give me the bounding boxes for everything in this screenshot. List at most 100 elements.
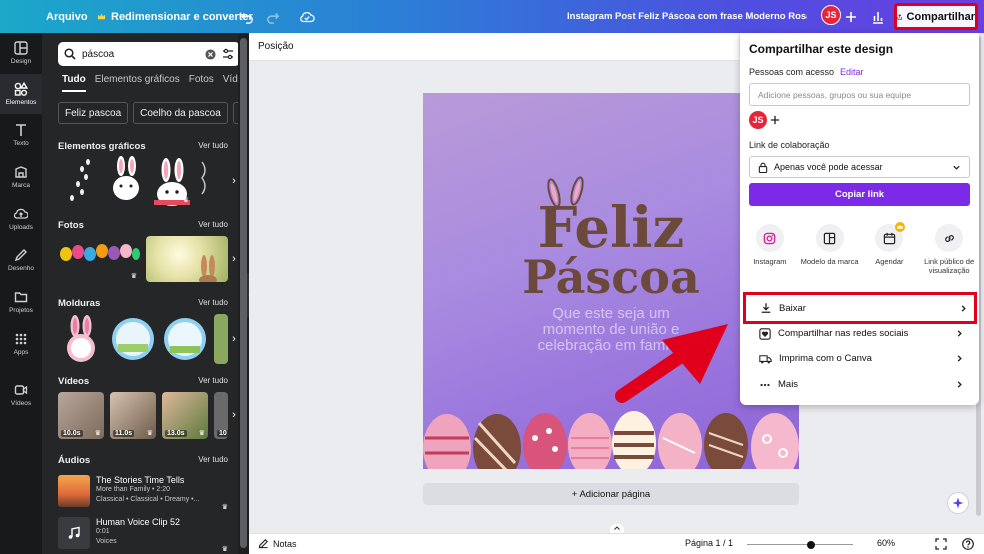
- pen-icon: [14, 249, 27, 262]
- see-all-graphics[interactable]: Ver tudo: [198, 141, 228, 152]
- show-pages-handle[interactable]: [610, 524, 624, 533]
- rail-item-apps[interactable]: Apps: [0, 324, 42, 364]
- top-bar: Arquivo Redimensionar e converter Instag…: [0, 0, 984, 33]
- file-menu[interactable]: Arquivo: [46, 0, 88, 33]
- crown-icon: [97, 13, 106, 20]
- notes-icon: [258, 539, 268, 549]
- rail-item-draw[interactable]: Desenho: [0, 240, 42, 280]
- search-box[interactable]: páscoa: [58, 42, 240, 66]
- tab-all[interactable]: Tudo: [62, 74, 86, 92]
- help-icon[interactable]: [962, 538, 974, 550]
- option-instagram[interactable]: Instagram: [741, 224, 799, 275]
- avatar[interactable]: JS: [749, 111, 767, 129]
- section-audios-header: Áudios Ver tudo: [58, 455, 228, 466]
- graphics-row: ♛ ›: [58, 156, 240, 206]
- layout-icon: [14, 41, 28, 55]
- eggs-border: [423, 411, 799, 469]
- rail-item-design[interactable]: Design: [0, 33, 42, 73]
- option-brand-template[interactable]: Modelo da marca: [801, 224, 859, 275]
- frame-bunny[interactable]: [58, 314, 104, 364]
- more-dots-icon: [760, 383, 770, 386]
- option-schedule[interactable]: Agendar: [860, 222, 918, 275]
- add-collaborator-button[interactable]: [841, 7, 861, 27]
- resize-menu[interactable]: Redimensionar e converter: [97, 0, 253, 33]
- option-public-link[interactable]: Link público de visualização: [920, 224, 978, 275]
- add-people-input[interactable]: Adicione pessoas, grupos ou sua equipe: [749, 83, 970, 106]
- insights-button[interactable]: [868, 7, 888, 27]
- graphic-bunny-pink[interactable]: [106, 156, 146, 206]
- share-social-item[interactable]: Compartilhar nas redes sociais: [749, 321, 970, 346]
- photo-eggs[interactable]: ♛: [58, 236, 140, 282]
- zoom-slider[interactable]: [747, 540, 853, 549]
- avatar[interactable]: JS: [821, 5, 841, 25]
- footer-bar: Notas Página 1 / 1 60%: [249, 533, 984, 554]
- tab-photos[interactable]: Fotos: [189, 74, 214, 92]
- more-item[interactable]: Mais: [749, 372, 970, 397]
- document-title[interactable]: Instagram Post Feliz Páscoa com frase Mo…: [567, 0, 807, 33]
- search-input[interactable]: páscoa: [82, 49, 199, 60]
- frame-flower-2[interactable]: [162, 314, 208, 364]
- photos-row: ♛ ›: [58, 236, 240, 282]
- add-page-button[interactable]: + Adicionar página: [423, 483, 799, 505]
- magic-assistant-button[interactable]: [947, 492, 969, 514]
- zoom-slider-knob[interactable]: [806, 540, 815, 549]
- audio-item[interactable]: Human Voice Clip 52 0:01 Voices ♛: [58, 517, 228, 553]
- section-photos-header: Fotos Ver tudo: [58, 220, 228, 231]
- videos-row: 10.0s ♛ 11.0s ♛ 13.0s ♛ 10 ›: [58, 392, 240, 439]
- crown-icon: ♛: [198, 430, 205, 437]
- photo-bunny-field[interactable]: [146, 236, 228, 282]
- redo-button[interactable]: [263, 7, 283, 27]
- video-thumb[interactable]: 13.0s ♛: [162, 392, 208, 439]
- video-thumb[interactable]: 11.0s ♛: [110, 392, 156, 439]
- graphic-footprints[interactable]: [58, 156, 100, 206]
- filter-icon[interactable]: [222, 48, 234, 60]
- chip-coelho-da-pascoa[interactable]: Coelho da pascoa: [133, 102, 228, 124]
- collaborators-row: JS: [749, 111, 780, 129]
- crown-icon: ♛: [94, 430, 101, 437]
- video-thumb[interactable]: 10.0s ♛: [58, 392, 104, 439]
- plus-icon[interactable]: [770, 115, 780, 125]
- see-all-frames[interactable]: Ver tudo: [198, 298, 228, 309]
- access-select[interactable]: Apenas você pode acessar: [749, 156, 970, 178]
- download-item[interactable]: Baixar: [743, 292, 977, 324]
- text-t-icon: [16, 124, 26, 136]
- undo-button[interactable]: [237, 7, 257, 27]
- see-all-photos[interactable]: Ver tudo: [198, 220, 228, 231]
- position-button[interactable]: Posição: [258, 41, 294, 52]
- rail-item-uploads[interactable]: Uploads: [0, 199, 42, 239]
- graphic-partial[interactable]: [198, 156, 216, 206]
- rail-item-videos[interactable]: Vídeos: [0, 375, 42, 415]
- notes-button[interactable]: Notas: [258, 538, 297, 549]
- see-all-videos[interactable]: Ver tudo: [198, 376, 228, 387]
- tab-graphics[interactable]: Elementos gráficos: [95, 74, 180, 92]
- chip-feliz-pascoa[interactable]: Feliz pascoa: [58, 102, 129, 124]
- lock-icon: [758, 162, 768, 173]
- rail-item-projects[interactable]: Projetos: [0, 282, 42, 322]
- frame-flower-1[interactable]: [110, 314, 156, 364]
- music-note-icon: [68, 526, 80, 539]
- rail-item-elements[interactable]: Elementos: [0, 74, 42, 114]
- page-indicator[interactable]: Página 1 / 1: [685, 538, 733, 548]
- edit-access-link[interactable]: Editar: [840, 67, 864, 77]
- crown-icon: ♛: [146, 430, 153, 437]
- redo-icon: [267, 13, 280, 24]
- undo-icon: [240, 13, 253, 24]
- cloud-save-button[interactable]: [297, 7, 317, 27]
- crown-icon: ♛: [221, 504, 228, 511]
- audio-item[interactable]: The Stories Time Tells More than Family …: [58, 475, 228, 511]
- clear-icon[interactable]: [205, 48, 216, 60]
- share-options-row: Instagram Modelo da marca Agendar Link p…: [740, 222, 979, 275]
- audio-cover: [58, 517, 90, 549]
- print-item[interactable]: Imprima com o Canva: [749, 346, 970, 371]
- rail-item-text[interactable]: Texto: [0, 115, 42, 155]
- zoom-level[interactable]: 60%: [877, 538, 895, 548]
- plus-icon: [846, 12, 856, 22]
- scrollbar-thumb[interactable]: [240, 38, 247, 548]
- graphic-bunny-peek[interactable]: ♛: [152, 156, 192, 206]
- video-icon: [14, 385, 28, 395]
- share-button[interactable]: Compartilhar: [894, 3, 978, 30]
- copy-link-button[interactable]: Copiar link: [749, 183, 970, 206]
- fit-screen-icon[interactable]: [935, 538, 947, 550]
- see-all-audios[interactable]: Ver tudo: [198, 455, 228, 466]
- rail-item-brand[interactable]: Marca: [0, 157, 42, 197]
